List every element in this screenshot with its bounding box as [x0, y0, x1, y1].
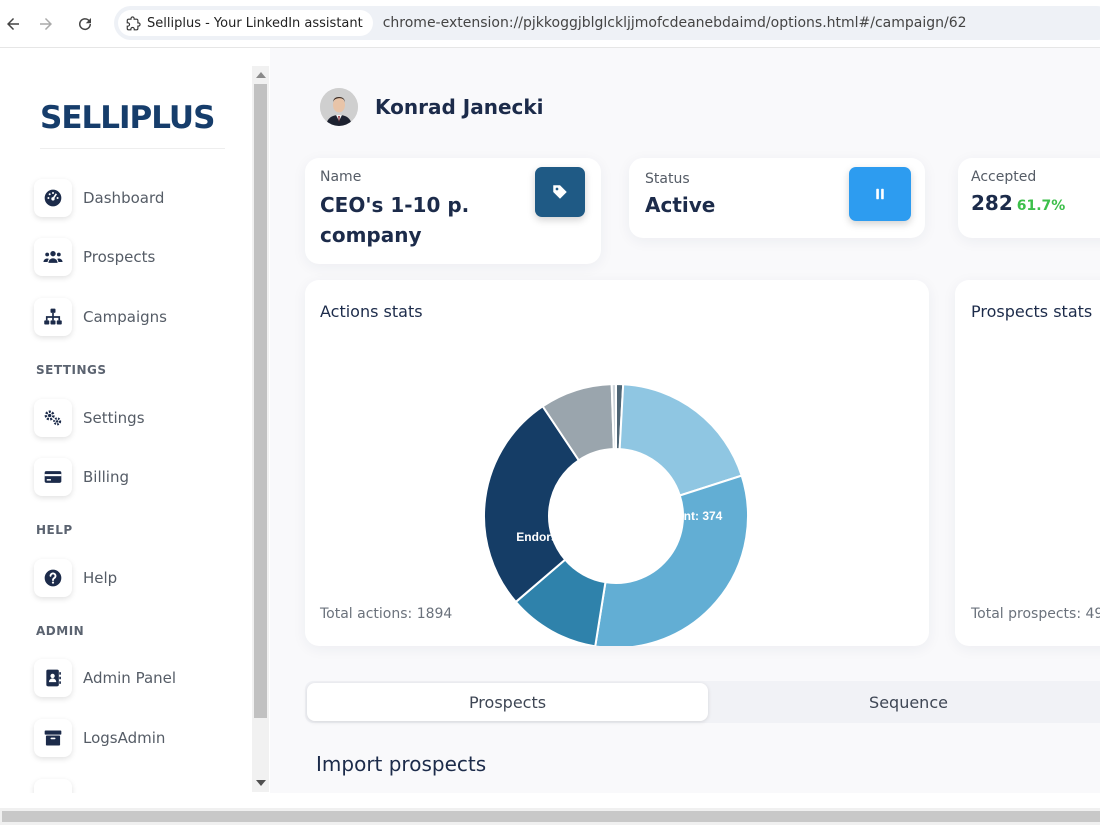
section-help: HELP	[36, 523, 73, 537]
user-name: Konrad Janecki	[375, 95, 544, 119]
browser-toolbar: Selliplus - Your LinkedIn assistant chro…	[0, 0, 1100, 48]
status-card: Status Active	[629, 158, 925, 238]
scroll-thumb[interactable]	[254, 84, 267, 718]
campaign-tabs: Prospects Sequence	[305, 681, 1100, 723]
sidebar-scrollbar[interactable]	[252, 66, 269, 792]
horizontal-scroll-thumb[interactable]	[2, 811, 1100, 822]
archive-icon	[44, 730, 62, 746]
main-content: Konrad Janecki Name CEO's 1-10 p. compan…	[270, 48, 1100, 793]
donut-label-5: Endorsements Given: 129	[516, 530, 664, 544]
pause-button[interactable]	[849, 167, 911, 221]
sidebar: SELLIPLUS Dashboard Prospects Campaigns …	[0, 48, 252, 793]
horizontal-scrollbar[interactable]	[0, 808, 1100, 825]
forward-button[interactable]	[33, 11, 59, 37]
sidebar-item-billing[interactable]: Billing	[34, 457, 129, 497]
accepted-count: 282	[971, 191, 1013, 215]
import-prospects-title: Import prospects	[316, 752, 487, 776]
actions-stats-card: Actions stats Profile Views: 10 Withdrawn…	[305, 280, 929, 646]
actions-donut-chart: Profile Views: 10Withdrawn Invites: 102F…	[456, 329, 749, 646]
donut-label-2: Followed: 221	[610, 355, 690, 369]
sidebar-item-dashboard[interactable]: Dashboard	[34, 178, 164, 218]
donut-slice-2[interactable]	[594, 474, 749, 646]
sidebar-item-campaigns[interactable]: Campaigns	[34, 297, 167, 337]
address-bar[interactable]: Selliplus - Your LinkedIn assistant chro…	[114, 6, 1100, 40]
sidebar-item-prospects[interactable]: Prospects	[34, 237, 155, 277]
status-value: Active	[645, 193, 716, 217]
total-actions: Total actions: 1894	[320, 606, 453, 622]
campaign-name: CEO's 1-10 p. company	[320, 193, 470, 247]
tag-icon	[553, 185, 567, 199]
total-prospects: Total prospects: 49	[971, 606, 1100, 622]
person-photo-icon	[320, 88, 358, 126]
name-label: Name	[320, 169, 362, 185]
section-settings: SETTINGS	[36, 363, 107, 377]
divider	[40, 148, 225, 149]
gauge-icon	[44, 189, 62, 207]
sidebar-item-settings[interactable]: Settings	[34, 398, 145, 438]
sidebar-item-admin-panel[interactable]: Admin Panel	[34, 658, 176, 698]
prospects-stats-title: Prospects stats	[971, 302, 1093, 321]
url-text[interactable]: chrome-extension://pjkkoggjblglckljjmofc…	[383, 15, 967, 31]
credit-card-icon	[44, 471, 62, 483]
arrow-right-icon	[40, 18, 52, 30]
prospects-stats-card: Prospects stats Total prospects: 49	[955, 280, 1100, 646]
gears-icon	[44, 410, 62, 426]
extension-title: Selliplus - Your LinkedIn assistant	[147, 15, 363, 31]
donut-label-1: Withdrawn Invites: 102	[535, 335, 665, 349]
sitemap-icon	[44, 308, 62, 325]
question-icon	[44, 569, 62, 587]
donut-slice-1[interactable]	[618, 383, 743, 497]
reload-icon	[79, 18, 92, 31]
section-admin: ADMIN	[36, 624, 85, 638]
users-icon	[43, 251, 63, 263]
sidebar-item-logsadmin[interactable]: LogsAdmin	[34, 718, 165, 758]
donut-label-4: Invites Sent: 374	[628, 509, 723, 523]
accepted-label: Accepted	[971, 169, 1037, 185]
extension-chip[interactable]: Selliplus - Your LinkedIn assistant	[118, 10, 373, 36]
tab-prospects[interactable]: Prospects	[307, 683, 708, 721]
extension-puzzle-icon	[126, 15, 141, 30]
accepted-card: Accepted 282 61.7%	[958, 158, 1100, 238]
back-button[interactable]	[0, 11, 26, 37]
pause-icon	[876, 188, 884, 200]
accepted-percent: 61.7%	[1016, 198, 1066, 214]
scroll-down-icon[interactable]	[256, 780, 266, 786]
partial-icon	[43, 788, 63, 793]
sidebar-item-partial[interactable]	[34, 778, 72, 793]
campaign-name-card: Name CEO's 1-10 p. company	[305, 158, 601, 264]
sidebar-item-help[interactable]: Help	[34, 558, 117, 598]
status-label: Status	[645, 171, 690, 187]
app-logo[interactable]: SELLIPLUS	[40, 100, 215, 136]
donut-label-3: Messages	[456, 421, 514, 435]
accepted-value: 282 61.7%	[971, 188, 1065, 221]
reload-button[interactable]	[72, 11, 98, 37]
avatar[interactable]	[320, 88, 358, 126]
tab-sequence[interactable]: Sequence	[708, 683, 1100, 721]
scroll-up-icon[interactable]	[256, 72, 266, 78]
arrow-left-icon	[7, 18, 19, 30]
tag-button[interactable]	[535, 167, 585, 217]
address-book-icon	[46, 669, 61, 687]
